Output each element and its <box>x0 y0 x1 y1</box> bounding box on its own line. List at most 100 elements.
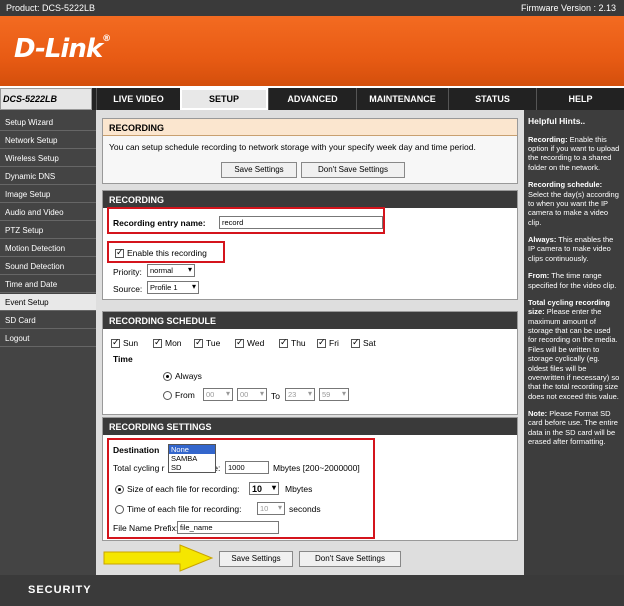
priority-label: Priority: <box>113 267 142 277</box>
from-minute-select[interactable]: 00 <box>237 388 267 401</box>
top-bar: Product: DCS-5222LB Firmware Version : 2… <box>0 0 624 16</box>
tab-maintenance[interactable]: MAINTENANCE <box>356 88 448 110</box>
sidebar-item-audio-video[interactable]: Audio and Video <box>0 204 96 221</box>
day-sun-checkbox[interactable] <box>111 337 120 349</box>
day-mon[interactable]: Mon <box>153 337 182 349</box>
help-panel: Helpful Hints.. Recording: Enable this o… <box>524 110 624 575</box>
schedule-section: RECORDING SCHEDULE Sun Mon Tue Wed Thu F… <box>102 311 518 415</box>
sidebar-item-sd-card[interactable]: SD Card <box>0 312 96 329</box>
source-select[interactable]: Profile 1 <box>147 281 199 294</box>
dont-save-button-top[interactable]: Don't Save Settings <box>301 162 405 178</box>
sidebar-item-setup-wizard[interactable]: Setup Wizard <box>0 114 96 131</box>
hint-recording: Recording: Enable this option if you wan… <box>528 135 620 173</box>
yellow-arrow-icon <box>103 544 214 572</box>
intro-description: You can setup schedule recording to netw… <box>109 142 476 152</box>
model-label: DCS-5222LB <box>0 88 92 110</box>
day-mon-label: Mon <box>165 338 182 348</box>
save-button-bottom[interactable]: Save Settings <box>219 551 293 567</box>
firmware-label: Firmware Version : 2.13 <box>520 3 616 13</box>
from-minute-value: 00 <box>240 390 249 399</box>
to-minute-select[interactable]: 59 <box>319 388 349 401</box>
to-minute-value: 59 <box>322 390 331 399</box>
source-value: Profile 1 <box>150 283 178 292</box>
tab-status[interactable]: STATUS <box>448 88 536 110</box>
hint-term: Always: <box>528 235 557 244</box>
from-option[interactable]: From <box>163 390 195 401</box>
logo-text: D-Link <box>14 34 103 64</box>
day-thu[interactable]: Thu <box>279 337 306 349</box>
day-wed[interactable]: Wed <box>235 337 265 349</box>
sidebar-item-network-setup[interactable]: Network Setup <box>0 132 96 149</box>
main-content: RECORDING You can setup schedule recordi… <box>96 110 524 575</box>
hint-term: Recording schedule: <box>528 180 603 190</box>
settings-title: RECORDING SETTINGS <box>103 418 517 435</box>
source-label: Source: <box>113 284 143 294</box>
hint-term: Note: <box>528 409 548 418</box>
hint-text: Please enter the maximum amount of stora… <box>528 307 620 401</box>
day-sat[interactable]: Sat <box>351 337 376 349</box>
tab-advanced[interactable]: ADVANCED <box>268 88 356 110</box>
sidebar-item-wireless-setup[interactable]: Wireless Setup <box>0 150 96 167</box>
day-fri-checkbox[interactable] <box>317 337 326 349</box>
highlight-entry-name <box>107 207 385 234</box>
time-label: Time <box>113 354 133 364</box>
dont-save-button-bottom[interactable]: Don't Save Settings <box>299 551 401 567</box>
from-hour-select[interactable]: 00 <box>203 388 233 401</box>
day-tue[interactable]: Tue <box>194 337 221 349</box>
tab-live-video[interactable]: LIVE VIDEO <box>96 88 180 110</box>
to-hour-value: 23 <box>288 390 297 399</box>
recording-title: RECORDING <box>103 191 517 208</box>
footer-security-label: SECURITY <box>28 584 92 596</box>
day-sat-checkbox[interactable] <box>351 337 360 349</box>
tab-setup[interactable]: SETUP <box>180 88 268 110</box>
sidebar-item-motion-detection[interactable]: Motion Detection <box>0 240 96 257</box>
intro-section: RECORDING You can setup schedule recordi… <box>102 118 518 184</box>
hint-always: Always: This enables the IP camera to ma… <box>528 235 620 263</box>
sidebar-item-ptz-setup[interactable]: PTZ Setup <box>0 222 96 239</box>
day-fri[interactable]: Fri <box>317 337 339 349</box>
from-hour-value: 00 <box>206 390 215 399</box>
day-thu-checkbox[interactable] <box>279 337 288 349</box>
from-label: From <box>175 390 195 400</box>
header-banner: D-Link® <box>0 16 624 86</box>
schedule-title: RECORDING SCHEDULE <box>103 312 517 329</box>
day-wed-label: Wed <box>247 338 265 348</box>
from-radio[interactable] <box>163 391 172 401</box>
sidebar-item-logout[interactable]: Logout <box>0 330 96 347</box>
footer: SECURITY <box>0 575 624 606</box>
sidebar-item-sound-detection[interactable]: Sound Detection <box>0 258 96 275</box>
registered-mark: ® <box>102 34 111 44</box>
hint-cycling: Total cycling recording size: Please ent… <box>528 298 620 401</box>
sidebar-item-dynamic-dns[interactable]: Dynamic DNS <box>0 168 96 185</box>
sidebar-item-time-date[interactable]: Time and Date <box>0 276 96 293</box>
to-label: To <box>271 391 280 401</box>
priority-select[interactable]: normal <box>147 264 195 277</box>
to-hour-select[interactable]: 23 <box>285 388 315 401</box>
save-button-top[interactable]: Save Settings <box>221 162 297 178</box>
hint-from: From: The time range specified for the v… <box>528 271 620 290</box>
day-fri-label: Fri <box>329 338 339 348</box>
sidebar-item-event-setup[interactable]: Event Setup <box>0 294 96 311</box>
day-thu-label: Thu <box>291 338 306 348</box>
tab-help[interactable]: HELP <box>536 88 624 110</box>
hint-recording-schedule: Recording schedule: Select the day(s) ac… <box>528 180 620 227</box>
hint-note: Note: Please Format SD card before use. … <box>528 409 620 447</box>
sidebar-item-image-setup[interactable]: Image Setup <box>0 186 96 203</box>
help-title: Helpful Hints.. <box>528 116 586 126</box>
always-label: Always <box>175 371 202 381</box>
day-sun[interactable]: Sun <box>111 337 139 349</box>
product-label: Product: DCS-5222LB <box>6 3 96 13</box>
day-tue-checkbox[interactable] <box>194 337 203 349</box>
intro-title: RECORDING <box>103 119 517 136</box>
day-sun-label: Sun <box>123 338 139 348</box>
day-mon-checkbox[interactable] <box>153 337 162 349</box>
main-nav: DCS-5222LB LIVE VIDEO SETUP ADVANCED MAI… <box>0 88 624 110</box>
priority-value: normal <box>150 266 173 275</box>
highlight-settings <box>107 438 375 539</box>
always-radio[interactable] <box>163 372 172 382</box>
sidebar: Setup Wizard Network Setup Wireless Setu… <box>0 110 96 575</box>
always-option[interactable]: Always <box>163 371 202 382</box>
day-wed-checkbox[interactable] <box>235 337 244 349</box>
day-tue-label: Tue <box>206 338 221 348</box>
hint-term: Recording: <box>528 134 568 144</box>
